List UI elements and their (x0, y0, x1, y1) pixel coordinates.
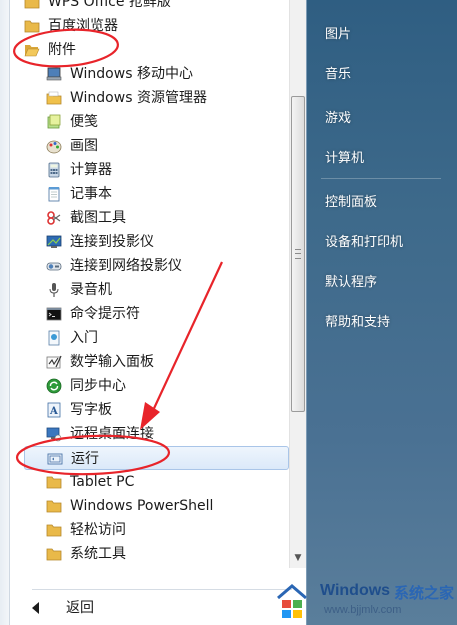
network-projector-icon (46, 262, 62, 271)
menu-separator (32, 589, 292, 590)
math-input-icon (46, 355, 62, 369)
wordpad-icon: A (47, 402, 61, 418)
folder-icon (24, 0, 40, 9)
projector-icon (46, 235, 62, 248)
sticky-notes-icon (47, 114, 61, 129)
program-item-notepad[interactable]: 记事本 (24, 182, 289, 206)
sync-center-icon (46, 378, 62, 394)
run-icon (47, 453, 63, 465)
watermark-brand: Windows (320, 582, 391, 599)
program-item-snipping-tool[interactable]: 截图工具 (24, 206, 289, 230)
notepad-icon (48, 187, 60, 202)
program-item-ease-of-access[interactable]: 轻松访问 (24, 518, 289, 542)
paint-icon (46, 140, 62, 154)
menu-left-edge (0, 0, 10, 625)
program-item-accessories[interactable]: 附件 (24, 38, 289, 62)
remote-desktop-icon (46, 427, 62, 442)
folder-icon (24, 20, 40, 33)
folder-icon (46, 524, 62, 537)
program-item-connect-projector[interactable]: 连接到投影仪 (24, 230, 289, 254)
program-item-remote-desktop[interactable]: 远程桌面连接 (24, 422, 289, 446)
program-item-connect-network-projector[interactable]: 连接到网络投影仪 (24, 254, 289, 278)
program-item-sync-center[interactable]: 同步中心 (24, 374, 289, 398)
program-list: WPS Office 抢鲜版 百度浏览器 附件 Windows 移动中心 Win… (24, 0, 289, 566)
right-item-help-support[interactable]: 帮助和支持 (325, 311, 390, 330)
program-item-windows-explorer[interactable]: Windows 资源管理器 (24, 86, 289, 110)
program-item-system-tools[interactable]: 系统工具 (24, 542, 289, 566)
program-item-math-input-panel[interactable]: 数学输入面板 (24, 350, 289, 374)
right-item-pictures[interactable]: 图片 (325, 23, 351, 42)
folder-icon (46, 500, 62, 513)
program-item-command-prompt[interactable]: 命令提示符 (24, 302, 289, 326)
program-item-windows-mobility-center[interactable]: Windows 移动中心 (24, 62, 289, 86)
svg-text:A: A (49, 406, 58, 417)
program-item-tablet-pc[interactable]: Tablet PC (24, 470, 289, 494)
right-item-devices-printers[interactable]: 设备和打印机 (325, 231, 403, 250)
calculator-icon (48, 162, 60, 178)
watermark-brand-cn: 系统之家 (394, 584, 455, 602)
explorer-icon (46, 91, 62, 105)
right-item-control-panel[interactable]: 控制面板 (325, 191, 377, 210)
folder-icon (46, 476, 62, 489)
program-item-paint[interactable]: 画图 (24, 134, 289, 158)
right-item-games[interactable]: 游戏 (325, 107, 351, 126)
right-item-computer[interactable]: 计算机 (325, 147, 364, 166)
windows-logo-icon (277, 584, 307, 618)
program-item-baidu-browser[interactable]: 百度浏览器 (24, 14, 289, 38)
scrollbar-grip-icon (295, 249, 301, 259)
program-item-sound-recorder[interactable]: 录音机 (24, 278, 289, 302)
command-prompt-icon (46, 307, 62, 321)
folder-icon (46, 548, 62, 561)
program-item-sticky-notes[interactable]: 便笺 (24, 110, 289, 134)
folder-open-icon (24, 45, 40, 57)
program-item-wps-office[interactable]: WPS Office 抢鲜版 (24, 0, 289, 14)
right-separator (321, 178, 441, 179)
back-button[interactable]: 返回 (32, 594, 292, 622)
program-item-wordpad[interactable]: A 写字板 (24, 398, 289, 422)
back-arrow-icon (32, 602, 39, 614)
scrollbar-thumb[interactable] (291, 96, 305, 412)
program-item-getting-started[interactable]: 入门 (24, 326, 289, 350)
program-item-calculator[interactable]: 计算器 (24, 158, 289, 182)
watermark: Windows 系统之家 www.bjjmlv.com (268, 574, 457, 624)
start-menu-right-pane: 图片 音乐 游戏 计算机 控制面板 设备和打印机 默认程序 帮助和支持 (306, 0, 457, 625)
right-item-music[interactable]: 音乐 (325, 63, 351, 82)
getting-started-icon (48, 330, 60, 346)
microphone-icon (49, 283, 59, 297)
right-item-default-programs[interactable]: 默认程序 (325, 271, 377, 290)
watermark-url: www.bjjmlv.com (324, 604, 402, 616)
scroll-down-arrow-icon[interactable]: ▼ (292, 552, 304, 564)
programs-pane: WPS Office 抢鲜版 百度浏览器 附件 Windows 移动中心 Win… (0, 0, 306, 625)
mobility-center-icon (46, 67, 62, 81)
program-item-run[interactable]: 运行 (24, 446, 289, 470)
snipping-tool-icon (47, 211, 61, 225)
program-item-windows-powershell[interactable]: Windows PowerShell (24, 494, 289, 518)
program-list-scrollbar[interactable] (289, 0, 306, 568)
